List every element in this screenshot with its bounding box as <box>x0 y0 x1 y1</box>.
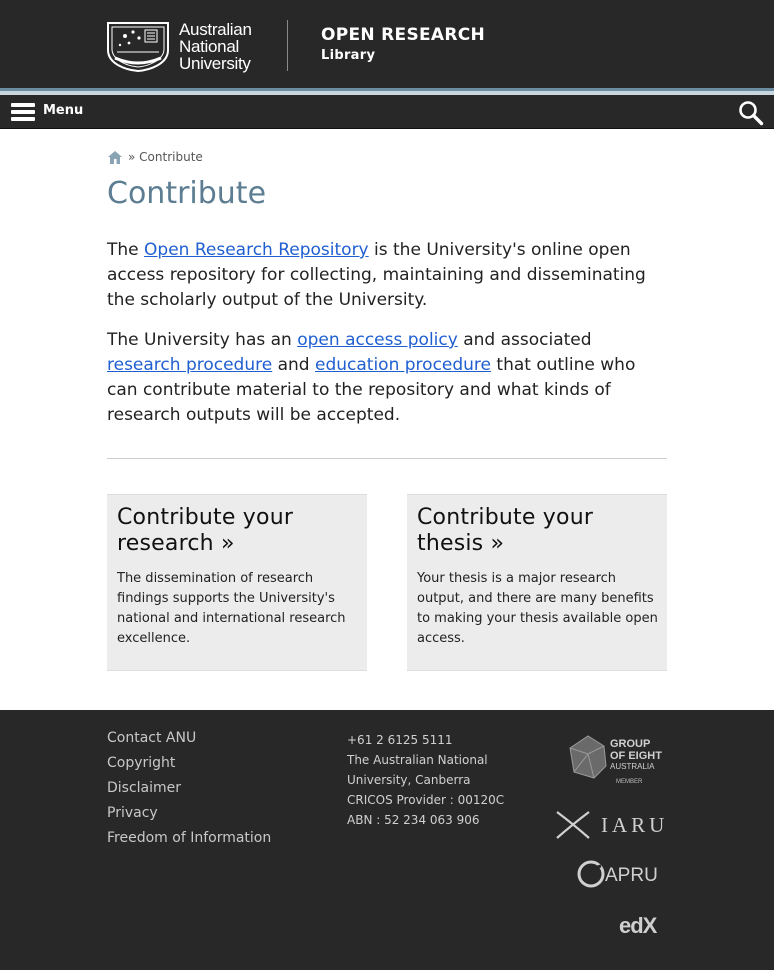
go8-line4: MEMBER <box>616 779 643 785</box>
contribute-research-card[interactable]: Contribute your research » The dissemina… <box>107 494 367 671</box>
contact-cricos: CRICOS Provider : 00120C <box>347 793 505 807</box>
iaru-logo[interactable]: IARU <box>555 810 667 840</box>
wordmark-line: University <box>179 53 251 73</box>
footer-link-foi[interactable]: Freedom of Information <box>107 826 271 851</box>
go8-line1: GROUP <box>610 738 650 750</box>
header-stripe <box>0 88 774 95</box>
search-icon[interactable] <box>738 100 764 126</box>
site-subtitle[interactable]: Library <box>321 48 375 63</box>
apru-text: APRU <box>605 865 658 886</box>
edx-text: edX <box>619 913 658 938</box>
go8-line3: AUSTRALIA <box>610 762 655 771</box>
apru-logo[interactable]: APRU <box>577 858 667 890</box>
edx-icon: edX <box>619 913 659 938</box>
go8-icon: GROUP OF EIGHT AUSTRALIA MEMBER <box>569 735 662 785</box>
card-title[interactable]: Contribute your thesis » <box>417 505 662 557</box>
footer-link-copyright[interactable]: Copyright <box>107 751 271 776</box>
hamburger-menu-icon[interactable] <box>11 101 35 123</box>
text: and associated <box>457 330 592 350</box>
home-icon[interactable] <box>107 150 123 164</box>
anu-crest-icon <box>107 22 169 72</box>
contribute-thesis-card[interactable]: Contribute your thesis » Your thesis is … <box>407 494 667 671</box>
breadcrumb: » Contribute <box>107 150 203 164</box>
iaru-text: IARU <box>601 813 667 837</box>
go8-logo[interactable]: GROUP OF EIGHT AUSTRALIA MEMBER <box>566 734 666 786</box>
open-access-policy-link[interactable]: open access policy <box>297 330 458 350</box>
site-title[interactable]: OPEN RESEARCH <box>321 25 485 45</box>
breadcrumb-separator: » <box>128 150 136 164</box>
content-divider <box>107 458 667 459</box>
wordmark-line: National <box>179 36 239 56</box>
footer-link-privacy[interactable]: Privacy <box>107 801 271 826</box>
open-research-repository-link[interactable]: Open Research Repository <box>144 240 369 260</box>
edx-logo[interactable]: edX <box>618 912 666 938</box>
text: The University has an <box>107 330 298 350</box>
wordmark-line: Australian <box>179 19 252 39</box>
site-header: Australian National University OPEN RESE… <box>0 0 774 88</box>
header-divider <box>287 20 288 71</box>
card-text: Your thesis is a major research output, … <box>417 571 658 646</box>
anu-logo[interactable]: Australian National University <box>105 20 257 72</box>
education-procedure-link[interactable]: education procedure <box>315 355 491 375</box>
policy-paragraph: The University has an open access policy… <box>107 328 667 428</box>
breadcrumb-current: Contribute <box>139 150 203 164</box>
menu-button[interactable]: Menu <box>43 103 83 118</box>
text: The <box>107 240 145 260</box>
contact-name: The Australian National University, Canb… <box>347 753 488 787</box>
footer-link-disclaimer[interactable]: Disclaimer <box>107 776 271 801</box>
contact-abn: ABN : 52 234 063 906 <box>347 813 480 827</box>
text: and <box>272 355 315 375</box>
site-footer: Contact ANU Copyright Disclaimer Privacy… <box>0 710 774 970</box>
footer-links: Contact ANU Copyright Disclaimer Privacy… <box>107 726 271 851</box>
card-text: The dissemination of research findings s… <box>117 571 346 646</box>
iaru-icon: IARU <box>556 811 667 839</box>
anu-wordmark: Australian National University <box>179 21 252 72</box>
footer-contact: +61 2 6125 5111 The Australian National … <box>347 730 527 830</box>
intro-paragraph: The Open Research Repository is the Univ… <box>107 238 667 313</box>
footer-link-contact[interactable]: Contact ANU <box>107 726 271 751</box>
research-procedure-link[interactable]: research procedure <box>107 355 272 375</box>
apru-icon: APRU <box>577 860 658 888</box>
card-title[interactable]: Contribute your research » <box>117 505 362 557</box>
menu-bar: Menu <box>0 95 774 129</box>
contact-phone: +61 2 6125 5111 <box>347 733 453 747</box>
page-title: Contribute <box>107 176 267 211</box>
go8-line2: OF EIGHT <box>610 750 662 762</box>
